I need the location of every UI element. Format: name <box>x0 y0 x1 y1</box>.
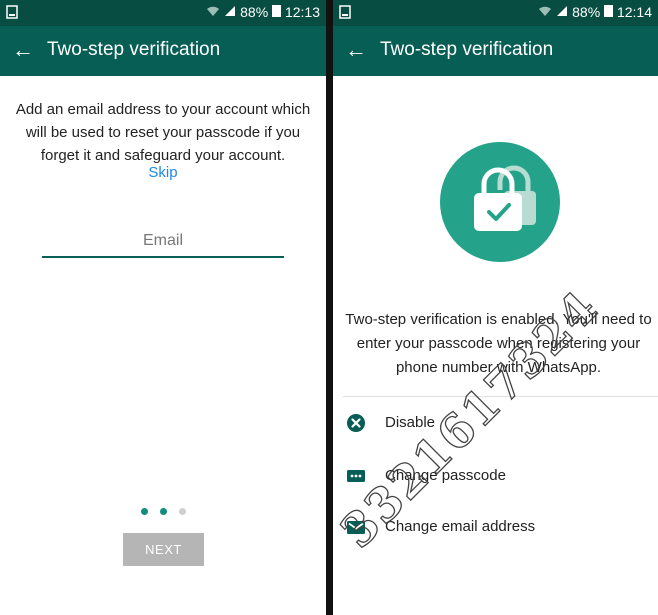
page-dot-2 <box>159 508 167 515</box>
back-arrow-icon[interactable]: ← <box>12 37 34 63</box>
wifi-icon <box>206 4 220 20</box>
back-arrow-icon[interactable]: ← <box>345 37 367 63</box>
verification-enabled-screen: 88% 12:14 ← Two-step verification Two-st… <box>333 0 658 615</box>
page-title: Two-step verification <box>380 39 554 60</box>
clock: 12:13 <box>284 4 320 20</box>
battery-icon <box>604 4 614 20</box>
change-email-option[interactable]: Change email address <box>347 514 658 540</box>
notification-icon <box>6 5 18 22</box>
option-label: Change email address <box>385 518 536 535</box>
disable-x-icon <box>347 414 365 432</box>
signal-icon <box>224 4 236 20</box>
page-indicator <box>0 508 326 515</box>
next-button[interactable]: NEXT <box>123 533 204 566</box>
page-dot-1 <box>140 508 148 515</box>
wifi-icon <box>538 4 552 20</box>
battery-percent: 88% <box>240 4 269 20</box>
enabled-message: Two-step verification is enabled. You'll… <box>345 311 652 376</box>
status-bar: 88% 12:14 <box>333 0 658 26</box>
signal-icon <box>556 4 568 20</box>
app-bar: ← Two-step verification <box>0 26 326 76</box>
change-passcode-option[interactable]: Change passcode <box>347 463 658 489</box>
status-bar: 88% 12:13 <box>0 0 326 26</box>
option-label: Disable <box>385 414 436 431</box>
divider <box>343 396 658 397</box>
intro-text: Add an email address to your account whi… <box>15 101 311 164</box>
email-setup-screen: 88% 12:13 ← Two-step verification Add an… <box>0 0 326 615</box>
battery-icon <box>272 4 282 20</box>
clock: 12:14 <box>616 4 652 20</box>
lock-check-icon <box>440 142 560 262</box>
skip-link[interactable]: Skip <box>0 164 326 181</box>
app-bar: ← Two-step verification <box>333 26 658 76</box>
option-label: Change passcode <box>385 467 506 484</box>
email-icon <box>347 518 365 536</box>
battery-percent: 88% <box>572 4 601 20</box>
page-dot-3 <box>178 508 186 515</box>
email-field[interactable] <box>42 228 284 254</box>
email-field-container <box>42 228 284 258</box>
notification-icon <box>339 5 351 22</box>
page-title: Two-step verification <box>47 39 221 60</box>
disable-option[interactable]: Disable <box>347 410 658 436</box>
passcode-icon <box>347 467 365 485</box>
